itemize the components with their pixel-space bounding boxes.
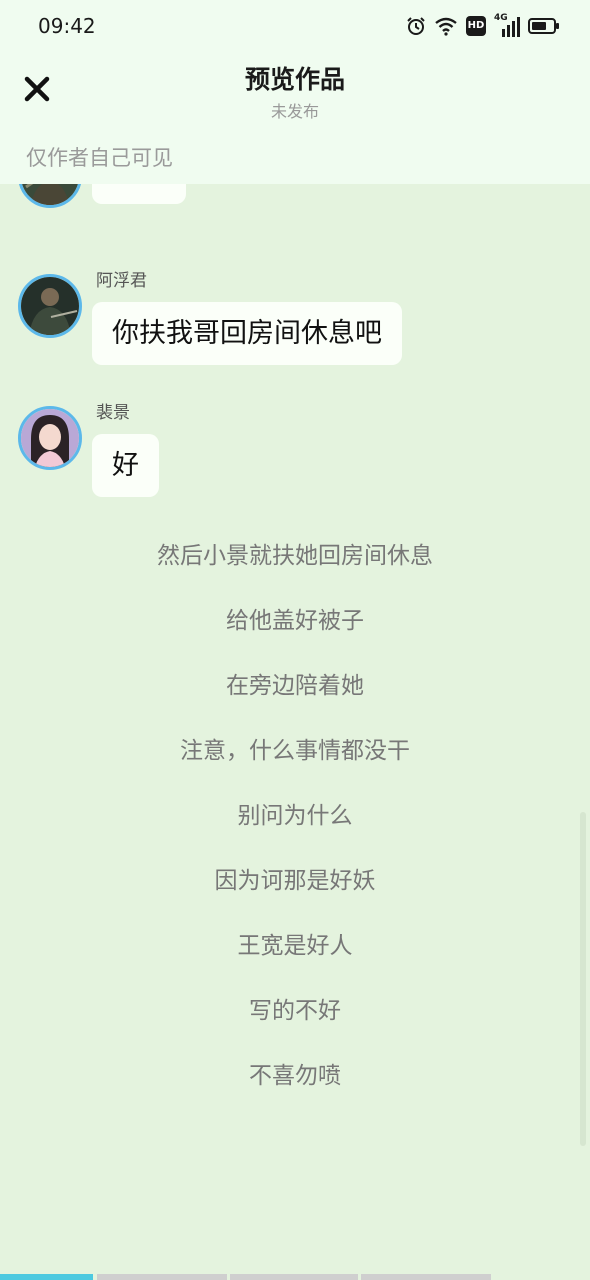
chat-message: 裴景 好 — [0, 403, 590, 506]
chat-message: 小景 — [0, 184, 590, 234]
progress-bar — [0, 1274, 590, 1280]
signal-4g-icon: 4G — [494, 13, 520, 37]
progress-segment — [97, 1274, 227, 1280]
avatar[interactable] — [18, 274, 82, 338]
sender-name: 裴景 — [96, 403, 130, 423]
narration-line: 写的不好 — [249, 998, 341, 1024]
narration-line: 别问为什么 — [237, 803, 353, 829]
status-icons: HD 4G — [406, 13, 560, 38]
story-content[interactable]: 小景 阿浮君 你扶我哥回房间休息吧 裴景 好 然后小景就扶她回房间休息 给他盖好… — [0, 184, 590, 1274]
battery-icon — [528, 18, 559, 34]
narration-line: 不喜勿喷 — [249, 1063, 341, 1089]
network-label: 4G — [494, 13, 508, 23]
narration-line: 在旁边陪着她 — [226, 673, 364, 699]
narration-line: 给他盖好被子 — [226, 608, 364, 634]
message-bubble: 好 — [92, 434, 159, 497]
avatar[interactable] — [18, 184, 82, 208]
page-title: 预览作品 — [244, 65, 345, 94]
status-time: 09:42 — [38, 14, 96, 38]
narration-line: 因为诃那是好妖 — [214, 868, 376, 894]
narration-line: 王宽是好人 — [237, 933, 353, 959]
message-bubble: 小景 — [92, 184, 186, 204]
avatar[interactable] — [18, 406, 82, 470]
chat-message: 阿浮君 你扶我哥回房间休息吧 — [0, 271, 590, 374]
wifi-icon — [435, 17, 457, 36]
progress-segment-active — [0, 1274, 93, 1280]
visibility-note: 仅作者自己可见 — [26, 146, 173, 170]
narration-line: 然后小景就扶她回房间休息 — [157, 543, 433, 569]
sender-name: 阿浮君 — [96, 271, 147, 291]
publish-status: 未发布 — [270, 102, 319, 121]
alarm-icon — [407, 17, 425, 35]
hd-icon: HD — [466, 16, 486, 36]
progress-segment — [230, 1274, 358, 1280]
scrollbar[interactable] — [580, 812, 586, 1146]
top-bar: 09:42 HD 4G 预览作品 未发布 仅作者自己可见 — [0, 0, 590, 184]
progress-segment — [361, 1274, 491, 1280]
hd-label: HD — [467, 20, 485, 31]
message-bubble: 你扶我哥回房间休息吧 — [92, 302, 402, 365]
narration-line: 注意，什么事情都没干 — [180, 738, 410, 764]
